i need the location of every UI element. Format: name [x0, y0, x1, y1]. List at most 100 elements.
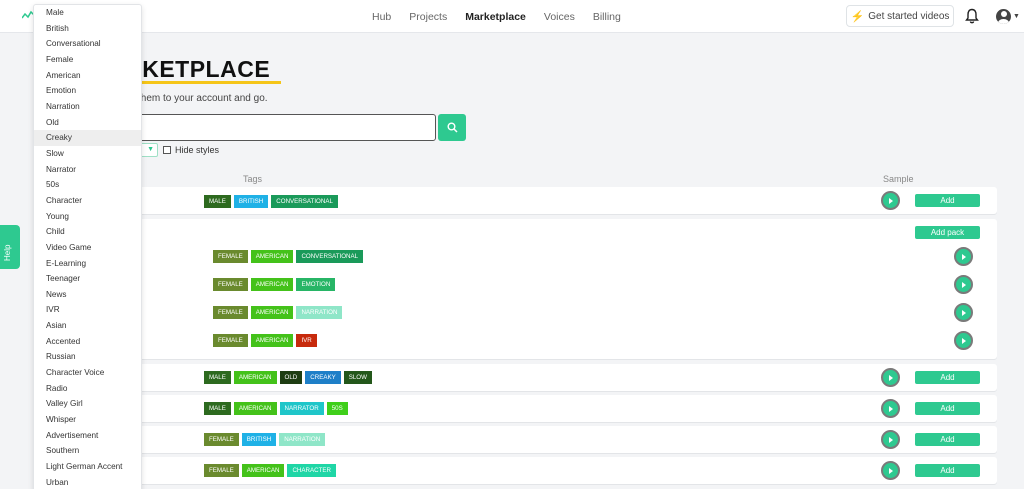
- tag-list: MALE BRITISH CONVERSATIONAL: [204, 195, 338, 208]
- dropdown-option[interactable]: Advertisement: [34, 428, 141, 444]
- get-started-videos-button[interactable]: ⚡ Get started videos: [846, 5, 954, 27]
- help-label: Help: [3, 244, 12, 261]
- dropdown-option[interactable]: 50s: [34, 177, 141, 193]
- play-sample-button[interactable]: [954, 331, 973, 350]
- dropdown-option[interactable]: Emotion: [34, 83, 141, 99]
- tag: NARRATION: [279, 433, 326, 446]
- add-voice-button[interactable]: Add: [915, 402, 980, 415]
- dropdown-option[interactable]: Male: [34, 5, 141, 21]
- tag: FEMALE: [213, 334, 248, 347]
- hide-styles-toggle[interactable]: Hide styles: [163, 145, 219, 155]
- tag: FEMALE: [213, 278, 248, 291]
- bell-icon[interactable]: [965, 8, 979, 24]
- tag-list: FEMALE AMERICAN CHARACTER: [204, 464, 336, 477]
- dropdown-option[interactable]: Teenager: [34, 271, 141, 287]
- bolt-icon: ⚡: [850, 10, 865, 23]
- dropdown-option[interactable]: Russian: [34, 349, 141, 365]
- nav-marketplace[interactable]: Marketplace: [465, 11, 526, 23]
- play-sample-button[interactable]: [881, 399, 900, 418]
- dropdown-option[interactable]: American: [34, 68, 141, 84]
- dropdown-option[interactable]: Asian: [34, 318, 141, 334]
- dropdown-option[interactable]: Narration: [34, 99, 141, 115]
- dropdown-option[interactable]: Radio: [34, 381, 141, 397]
- add-voice-button[interactable]: Add: [915, 371, 980, 384]
- tag-filter-dropdown: Male British Conversational Female Ameri…: [33, 4, 142, 489]
- help-tab[interactable]: Help: [0, 225, 20, 269]
- dropdown-option[interactable]: Female: [34, 52, 141, 68]
- play-sample-button[interactable]: [881, 191, 900, 210]
- tag-list: FEMALE AMERICAN NARRATION: [213, 306, 343, 319]
- tag: MALE: [204, 371, 231, 384]
- main-nav: Hub Projects Marketplace Voices Billing: [372, 0, 621, 33]
- tag: AMERICAN: [250, 250, 294, 263]
- dropdown-option[interactable]: Young: [34, 209, 141, 225]
- add-voice-button[interactable]: Add: [915, 464, 980, 477]
- user-avatar-icon: [996, 8, 1011, 24]
- dropdown-option[interactable]: IVR: [34, 302, 141, 318]
- play-sample-button[interactable]: [954, 247, 973, 266]
- tag: FEMALE: [204, 464, 239, 477]
- tag: AMERICAN: [250, 334, 294, 347]
- dropdown-option[interactable]: Creaky: [34, 130, 141, 146]
- chevron-down-icon: ▼: [147, 146, 154, 153]
- dropdown-option[interactable]: Character: [34, 193, 141, 209]
- tag: FEMALE: [204, 433, 239, 446]
- dropdown-option[interactable]: Southern: [34, 443, 141, 459]
- dropdown-option[interactable]: Whisper: [34, 412, 141, 428]
- search-button[interactable]: [438, 114, 466, 141]
- get-started-label: Get started videos: [868, 10, 950, 22]
- nav-billing[interactable]: Billing: [593, 11, 621, 23]
- tag: SLOW: [343, 371, 372, 384]
- tag: FEMALE: [213, 306, 248, 319]
- dropdown-option[interactable]: News: [34, 287, 141, 303]
- hide-styles-checkbox[interactable]: [163, 146, 171, 154]
- column-header-sample: Sample: [883, 174, 914, 184]
- dropdown-option[interactable]: Child: [34, 224, 141, 240]
- play-sample-button[interactable]: [954, 303, 973, 322]
- nav-hub[interactable]: Hub: [372, 11, 391, 23]
- dropdown-option[interactable]: Accented: [34, 334, 141, 350]
- dropdown-option[interactable]: British: [34, 21, 141, 37]
- dropdown-option[interactable]: Conversational: [34, 36, 141, 52]
- tag: AMERICAN: [241, 464, 285, 477]
- dropdown-option[interactable]: Video Game: [34, 240, 141, 256]
- nav-voices[interactable]: Voices: [544, 11, 575, 23]
- play-sample-button[interactable]: [881, 461, 900, 480]
- dropdown-option[interactable]: Slow: [34, 146, 141, 162]
- tag: AMERICAN: [250, 278, 294, 291]
- dropdown-option[interactable]: Light German Accent: [34, 459, 141, 475]
- tag: BRITISH: [241, 433, 277, 446]
- add-voice-button[interactable]: Add: [915, 433, 980, 446]
- search-input[interactable]: [108, 114, 436, 141]
- dropdown-option[interactable]: Urban: [34, 475, 141, 489]
- tag: 50S: [326, 402, 348, 415]
- dropdown-option[interactable]: E-Learning: [34, 256, 141, 272]
- tag: BRITISH: [233, 195, 269, 208]
- dropdown-option[interactable]: Old: [34, 115, 141, 131]
- tag: OLD: [279, 371, 303, 384]
- add-voice-button[interactable]: Add: [915, 194, 980, 207]
- hide-styles-label: Hide styles: [175, 145, 220, 155]
- play-sample-button[interactable]: [881, 430, 900, 449]
- dropdown-option[interactable]: Valley Girl: [34, 396, 141, 412]
- play-sample-button[interactable]: [881, 368, 900, 387]
- tag: MALE: [204, 195, 231, 208]
- add-pack-button[interactable]: Add pack: [915, 226, 980, 239]
- tag: CONVERSATIONAL: [271, 195, 338, 208]
- tag: CONVERSATIONAL: [296, 250, 364, 263]
- tag: IVR: [296, 334, 317, 347]
- play-sample-button[interactable]: [954, 275, 973, 294]
- tag-list: FEMALE AMERICAN CONVERSATIONAL: [213, 250, 364, 263]
- nav-projects[interactable]: Projects: [409, 11, 447, 23]
- tag: EMOTION: [296, 278, 336, 291]
- tag-list: MALE AMERICAN NARRATOR 50S: [204, 402, 348, 415]
- tag: CHARACTER: [287, 464, 336, 477]
- tag: CREAKY: [305, 371, 341, 384]
- tag-list: FEMALE AMERICAN EMOTION: [213, 278, 336, 291]
- tag-list: FEMALE AMERICAN IVR: [213, 334, 317, 347]
- tag: FEMALE: [213, 250, 248, 263]
- user-menu[interactable]: ▼: [996, 7, 1022, 25]
- dropdown-option[interactable]: Character Voice: [34, 365, 141, 381]
- top-nav-bar: Hub Projects Marketplace Voices Billing …: [0, 0, 1024, 33]
- dropdown-option[interactable]: Narrator: [34, 162, 141, 178]
